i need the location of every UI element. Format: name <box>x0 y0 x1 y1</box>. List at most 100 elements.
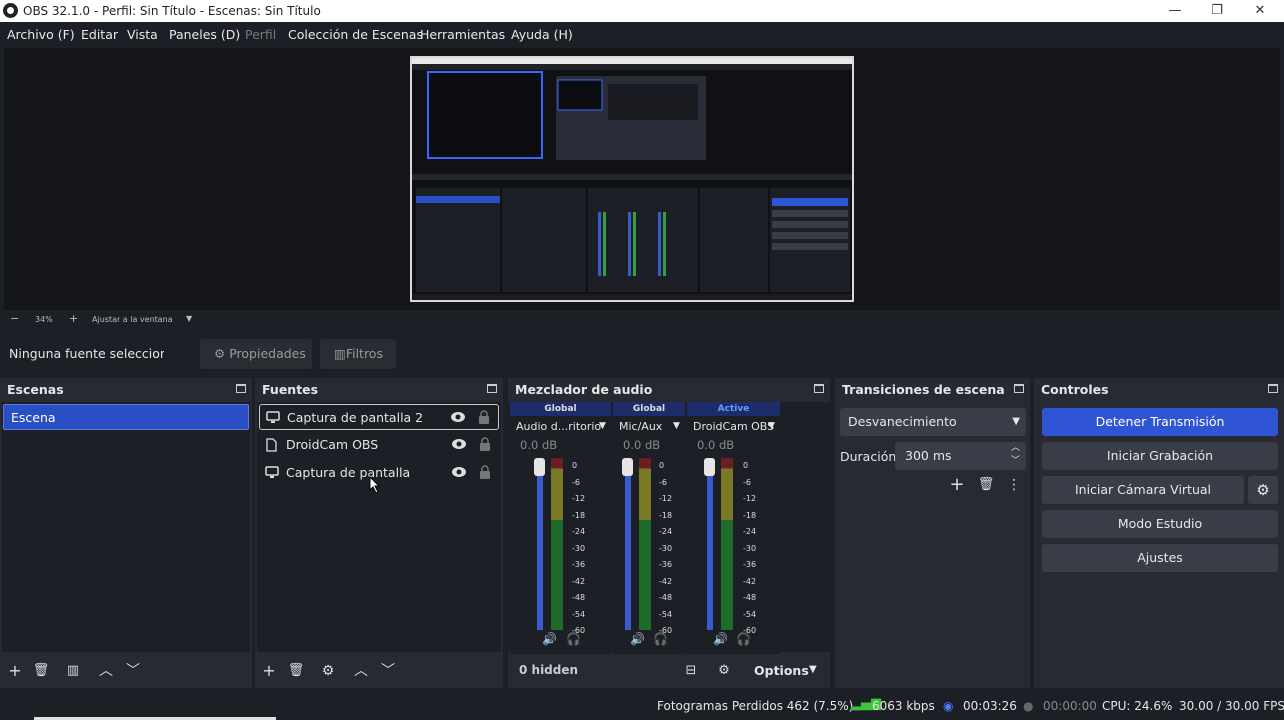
channel-db: 0.0 dB <box>697 438 735 452</box>
menu-bar: Archivo (F) Editar Vista Paneles (D) Per… <box>0 22 1284 46</box>
source-name: Captura de pantalla 2 <box>287 410 424 425</box>
headphones-icon[interactable]: 🎧 <box>736 632 751 646</box>
undock-icon[interactable] <box>1268 384 1278 393</box>
layout-icon[interactable]: ⊟ <box>682 662 700 680</box>
scene-item[interactable]: Escena <box>3 404 249 430</box>
add-transition-icon[interactable]: + <box>948 476 966 494</box>
volume-slider-handle[interactable] <box>704 458 715 476</box>
eye-icon[interactable] <box>451 438 467 453</box>
trash-icon[interactable]: 🗑 <box>977 476 995 494</box>
filter-icon[interactable]: ▥ <box>64 662 82 680</box>
properties-label: Propiedades <box>229 346 306 361</box>
virtual-camera-button[interactable]: Iniciar Cámara Virtual <box>1042 476 1244 504</box>
menu-coleccion-escenas[interactable]: Colección de Escenas <box>288 27 423 42</box>
add-source-icon[interactable]: + <box>260 662 278 680</box>
settings-button[interactable]: Ajustes <box>1042 544 1278 572</box>
lock-icon[interactable] <box>479 465 491 482</box>
mixer-toolbar: 0 hidden ⊟ ⚙ Options ▼ <box>508 654 830 688</box>
menu-paneles[interactable]: Paneles (D) <box>169 27 240 42</box>
hidden-count[interactable]: 0 hidden <box>519 663 578 677</box>
duration-value: 300 ms <box>905 448 952 463</box>
maximize-button[interactable]: ❐ <box>1202 2 1232 20</box>
chevron-down-icon[interactable]: ▼ <box>809 664 817 675</box>
more-options-icon[interactable]: ⋮ <box>1005 476 1023 494</box>
zoom-out-button[interactable]: − <box>10 312 19 325</box>
undock-icon[interactable] <box>814 384 824 393</box>
fps: 30.00 / 30.00 FPS <box>1179 699 1284 713</box>
undock-icon[interactable] <box>1014 384 1024 393</box>
lock-icon[interactable] <box>478 410 490 427</box>
bitrate: 6063 kbps <box>872 699 935 713</box>
menu-perfil[interactable]: Perfil <box>245 27 276 42</box>
transition-select[interactable]: Desvanecimiento ▼ <box>840 408 1026 436</box>
chevron-down-icon[interactable]: ▼ <box>673 421 680 431</box>
transitions-dock: Transiciones de escena Desvanecimiento ▼… <box>835 378 1030 688</box>
source-name: DroidCam OBS <box>286 437 379 452</box>
trash-icon[interactable]: 🗑 <box>32 662 50 680</box>
studio-mode-button[interactable]: Modo Estudio <box>1042 510 1278 538</box>
channel-name[interactable]: DroidCam OBS <box>693 420 774 433</box>
start-recording-button[interactable]: Iniciar Grabación <box>1042 442 1278 470</box>
volume-slider-track[interactable] <box>537 458 543 630</box>
undock-icon[interactable] <box>236 384 246 393</box>
scenes-dock: Escenas Escena + 🗑 ▥ ︿ ﹀ <box>0 378 252 688</box>
speaker-icon[interactable]: 🔊 <box>713 632 728 646</box>
close-button[interactable]: ✕ <box>1245 2 1275 20</box>
options-button[interactable]: Options <box>754 663 809 678</box>
move-up-icon[interactable]: ︿ <box>97 662 115 680</box>
meter-ticks: 0 -6 -12 -18 -24 -30 -36 -42 -48 -54 -60 <box>659 461 673 635</box>
channel-name[interactable]: Mic/Aux <box>619 420 662 433</box>
source-item[interactable]: Captura de pantalla 2 <box>259 404 499 430</box>
gear-icon[interactable]: ⚙ <box>319 662 337 680</box>
duration-input[interactable]: 300 ms ︿ ﹀ <box>895 442 1026 470</box>
duration-label: Duración <box>840 449 897 464</box>
file-icon <box>265 438 277 455</box>
lock-icon[interactable] <box>479 437 491 454</box>
context-bar: Ninguna fuente seleccionada ⚙ Propiedade… <box>0 336 1284 370</box>
move-down-icon[interactable]: ﹀ <box>379 662 397 680</box>
menu-editar[interactable]: Editar <box>81 27 118 42</box>
menu-herramientas[interactable]: Herramientas <box>420 27 505 42</box>
source-item[interactable]: DroidCam OBS <box>259 432 499 458</box>
zoom-bar: − 34% + Ajustar a la ventana ▼ <box>0 312 1284 328</box>
mixer-channel: Global Audio d...ritorio ▼ 0.0 dB 0 -6 -12… <box>510 402 611 654</box>
eye-icon[interactable] <box>451 466 467 481</box>
virtual-camera-gear-icon[interactable]: ⚙ <box>1248 476 1278 504</box>
preview-screen-capture <box>410 56 854 302</box>
chevron-down-icon[interactable]: ▼ <box>599 421 606 431</box>
advanced-gear-icon[interactable]: ⚙ <box>715 662 733 680</box>
menu-archivo[interactable]: Archivo (F) <box>7 27 75 42</box>
volume-slider-handle[interactable] <box>534 458 545 476</box>
scenes-title: Escenas <box>0 378 252 402</box>
move-up-icon[interactable]: ︿ <box>352 662 370 680</box>
chevron-down-icon[interactable]: ▼ <box>768 421 775 431</box>
speaker-icon[interactable]: 🔊 <box>542 632 557 646</box>
channel-name[interactable]: Audio d...ritorio <box>516 420 601 433</box>
fit-window-button[interactable]: Ajustar a la ventana <box>92 315 173 324</box>
scenes-list: Escena <box>2 402 250 652</box>
zoom-in-button[interactable]: + <box>69 312 78 325</box>
zoom-dropdown-icon[interactable]: ▼ <box>186 314 192 323</box>
filters-button[interactable]: ▥Filtros <box>320 339 396 369</box>
menu-vista[interactable]: Vista <box>127 27 158 42</box>
properties-button[interactable]: ⚙ Propiedades <box>200 339 312 369</box>
title-bar: OBS 32.1.0 - Perfil: Sin Título - Escena… <box>0 0 1284 22</box>
level-meter <box>639 458 651 630</box>
filter-icon: ▥ <box>334 346 346 361</box>
channel-tag: Global <box>510 402 611 416</box>
move-down-icon[interactable]: ﹀ <box>124 662 142 680</box>
stepper-icon[interactable]: ︿ ﹀ <box>1011 442 1020 468</box>
speaker-icon[interactable]: 🔊 <box>630 632 645 646</box>
volume-slider-handle[interactable] <box>622 458 633 476</box>
stop-stream-button[interactable]: Detener Transmisión <box>1042 408 1278 436</box>
volume-slider-track[interactable] <box>625 458 631 630</box>
menu-ayuda[interactable]: Ayuda (H) <box>511 27 573 42</box>
trash-icon[interactable]: 🗑 <box>287 662 305 680</box>
undock-icon[interactable] <box>487 384 497 393</box>
headphones-icon[interactable]: 🎧 <box>653 632 668 646</box>
minimize-button[interactable]: — <box>1160 2 1190 20</box>
headphones-icon[interactable]: 🎧 <box>566 632 581 646</box>
eye-icon[interactable] <box>450 411 466 426</box>
volume-slider-track[interactable] <box>707 458 713 630</box>
add-scene-icon[interactable]: + <box>6 662 24 680</box>
